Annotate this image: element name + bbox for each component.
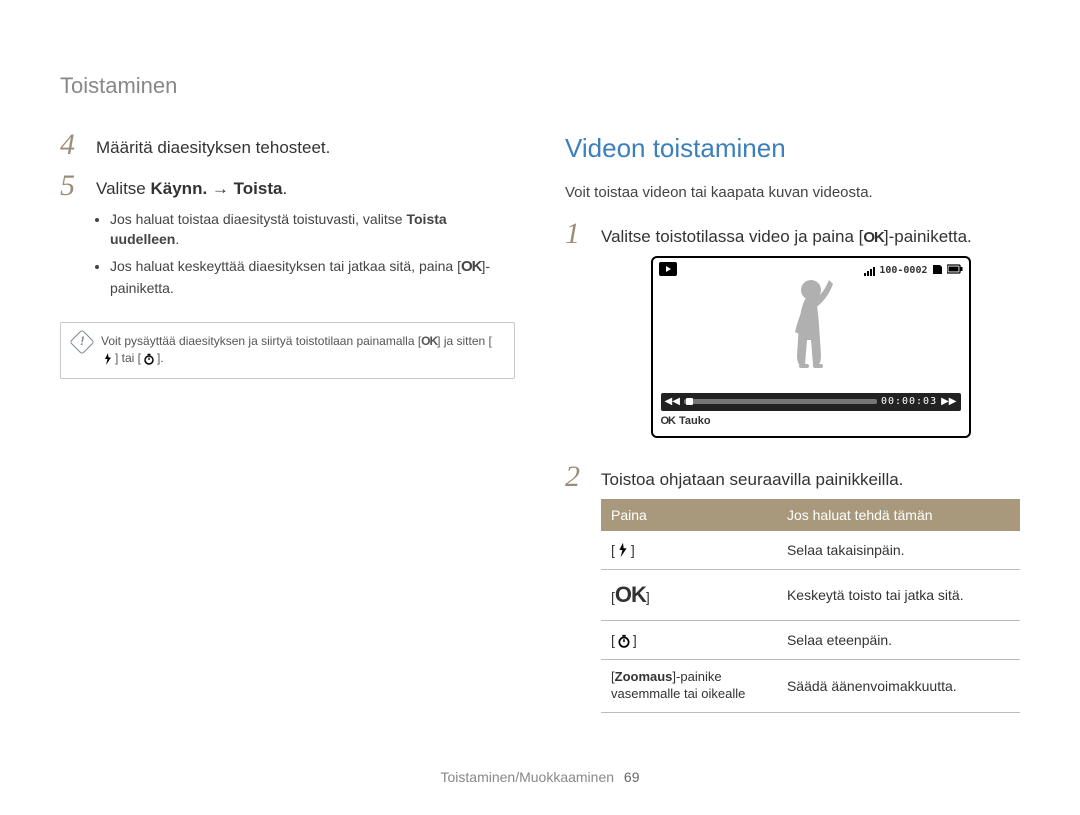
memory-icon bbox=[932, 263, 943, 281]
step-4-text: Määritä diaesityksen tehosteet. bbox=[96, 136, 515, 161]
zoom-bold: Zoomaus bbox=[615, 669, 673, 684]
ok-icon: OK bbox=[615, 582, 646, 607]
bullet1-post: . bbox=[175, 231, 179, 247]
section-subtext: Voit toistaa videon tai kaapata kuvan vi… bbox=[565, 182, 1020, 204]
silhouette-image bbox=[751, 270, 871, 390]
step1r-post: ]-painiketta. bbox=[884, 227, 972, 246]
table-row: [] Selaa eteenpäin. bbox=[601, 621, 1020, 660]
flash-icon bbox=[617, 542, 629, 558]
note-pre: Voit pysäyttää diaesityksen ja siirtyä t… bbox=[101, 334, 421, 348]
table-row: [] Selaa takaisinpäin. bbox=[601, 531, 1020, 570]
page-number: 69 bbox=[624, 769, 640, 785]
preview-bottom-label: OK Tauko bbox=[661, 414, 711, 430]
step-5: 5 Valitse Käynn. → Toista. Jos haluat to… bbox=[60, 171, 515, 304]
step-4: 4 Määritä diaesityksen tehosteet. bbox=[60, 130, 515, 161]
timer-icon bbox=[617, 634, 631, 648]
cell-action: Keskeytä toisto tai jatka sitä. bbox=[777, 570, 1020, 621]
video-progress-bar: ◀◀ 00:00:03 ▶▶ bbox=[661, 393, 961, 411]
ok-icon: OK bbox=[461, 258, 482, 275]
step1r-text: Valitse toistotilassa video ja paina [OK… bbox=[601, 225, 1020, 250]
step5-pre: Valitse bbox=[96, 179, 151, 198]
cell-press-flash: [] bbox=[601, 531, 777, 570]
rewind-icon: ◀◀ bbox=[665, 395, 680, 410]
ok-icon: OK bbox=[661, 414, 676, 430]
cell-action: Selaa eteenpäin. bbox=[777, 621, 1020, 660]
flash-icon bbox=[103, 353, 113, 365]
step5-arrow: → bbox=[207, 179, 233, 198]
cell-press-ok: [OK] bbox=[601, 570, 777, 621]
cell-press-timer: [] bbox=[601, 621, 777, 660]
step5-bold1: Käynn. bbox=[151, 179, 208, 198]
cell-press-zoom: [Zoomaus]-painike vasemmalle tai oikeall… bbox=[601, 660, 777, 713]
step1r-pre: Valitse toistotilassa video ja paina [ bbox=[601, 227, 863, 246]
step-number: 5 bbox=[60, 171, 84, 201]
right-column: Videon toistaminen Voit toistaa videon t… bbox=[565, 130, 1020, 723]
forward-icon: ▶▶ bbox=[941, 395, 956, 410]
step-5-bullets: Jos haluat toistaa diaesitystä toistuvas… bbox=[96, 209, 515, 298]
ok-icon: OK bbox=[421, 334, 437, 348]
step2r-text: Toistoa ohjataan seuraavilla painikkeill… bbox=[601, 468, 1020, 493]
note-or: ] tai [ bbox=[115, 351, 141, 365]
step5-bold2: Toista bbox=[234, 179, 283, 198]
th-press: Paina bbox=[601, 499, 777, 531]
table-row: [OK] Keskeytä toisto tai jatka sitä. bbox=[601, 570, 1020, 621]
footer-section: Toistaminen/Muokkaaminen bbox=[441, 769, 615, 785]
section-heading: Videon toistaminen bbox=[565, 130, 1020, 168]
step-2-right: 2 Toistoa ohjataan seuraavilla painikkei… bbox=[565, 462, 1020, 713]
play-mode-icon bbox=[659, 262, 677, 282]
step5-post: . bbox=[282, 179, 287, 198]
page-header: Toistaminen bbox=[60, 70, 1020, 102]
elapsed-time: 00:00:03 bbox=[881, 395, 937, 410]
step-number: 4 bbox=[60, 130, 84, 160]
bullet-repeat: Jos haluat toistaa diaesitystä toistuvas… bbox=[110, 209, 515, 250]
note-icon: ! bbox=[69, 329, 94, 354]
bullet-pause: Jos haluat keskeyttää diaesityksen tai j… bbox=[110, 256, 515, 298]
note-post: ]. bbox=[157, 351, 164, 365]
cell-action: Säädä äänenvoimakkuutta. bbox=[777, 660, 1020, 713]
timer-icon bbox=[143, 353, 155, 365]
step-number: 1 bbox=[565, 219, 589, 249]
step-5-text: Valitse Käynn. → Toista. bbox=[96, 177, 515, 202]
progress-track bbox=[684, 399, 877, 404]
controls-table: Paina Jos haluat tehdä tämän [] Selaa ta… bbox=[601, 499, 1020, 714]
image-counter: 100-0002 bbox=[879, 264, 927, 279]
page-footer: Toistaminen/Muokkaaminen 69 bbox=[0, 767, 1080, 787]
th-action: Jos haluat tehdä tämän bbox=[777, 499, 1020, 531]
pause-label: Tauko bbox=[679, 414, 711, 430]
left-column: 4 Määritä diaesityksen tehosteet. 5 Vali… bbox=[60, 130, 515, 723]
cell-action: Selaa takaisinpäin. bbox=[777, 531, 1020, 570]
note-box: ! Voit pysäyttää diaesityksen ja siirtyä… bbox=[60, 322, 515, 379]
battery-icon bbox=[947, 264, 963, 280]
bullet1-pre: Jos haluat toistaa diaesitystä toistuvas… bbox=[110, 211, 406, 227]
note-text: Voit pysäyttää diaesityksen ja siirtyä t… bbox=[101, 333, 502, 368]
bullet2-pre: Jos haluat keskeyttää diaesityksen tai j… bbox=[110, 258, 461, 274]
ok-icon: OK bbox=[863, 229, 884, 246]
step-number: 2 bbox=[565, 462, 589, 492]
table-row: [Zoomaus]-painike vasemmalle tai oikeall… bbox=[601, 660, 1020, 713]
two-column-layout: 4 Määritä diaesityksen tehosteet. 5 Vali… bbox=[60, 130, 1020, 723]
step-1-right: 1 Valitse toistotilassa video ja paina [… bbox=[565, 219, 1020, 452]
note-mid: ] ja sitten [ bbox=[437, 334, 492, 348]
camera-preview: 100-0002 bbox=[651, 256, 971, 438]
